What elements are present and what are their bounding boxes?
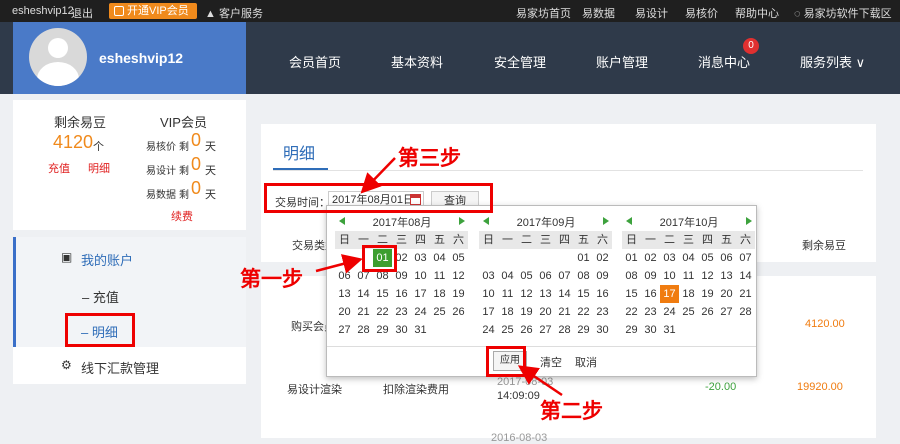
step1-label: 第一步 xyxy=(240,268,303,291)
step3-label: 第三步 xyxy=(398,147,461,170)
annotation-arrows xyxy=(315,157,563,397)
step2-label: 第二步 xyxy=(540,400,603,423)
